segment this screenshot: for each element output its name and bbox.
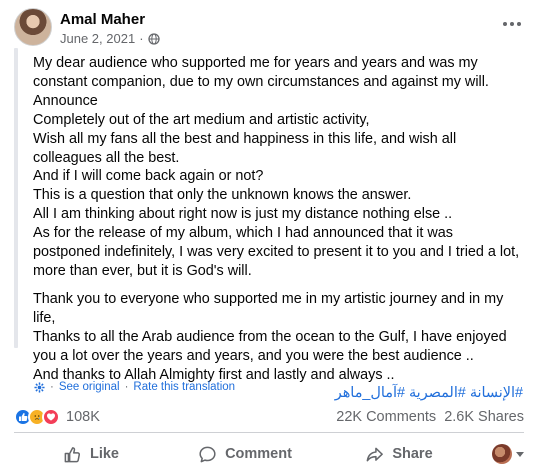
post-line: My dear audience who supported me for ye…	[33, 55, 489, 90]
post-header: Amal Maher June 2, 2021 ·	[14, 8, 524, 52]
comment-icon	[199, 446, 216, 462]
translate-separator: ·	[124, 381, 129, 393]
post-content: My dear audience who supported me for ye…	[14, 48, 526, 401]
translate-separator: ·	[50, 381, 54, 393]
globe-icon[interactable]	[147, 32, 160, 45]
paragraph-2: Thank you to everyone who supported me i…	[33, 290, 523, 385]
hashtag-link[interactable]: #المصرية	[409, 384, 466, 402]
post-stats: 108K 22K Comments 2.6K Shares	[14, 405, 524, 429]
reactions-summary[interactable]: 108K	[14, 408, 100, 426]
user-avatar	[492, 444, 512, 464]
love-reaction-icon	[42, 408, 60, 426]
comment-label: Comment	[225, 446, 292, 462]
see-original-link[interactable]: See original	[59, 381, 120, 393]
like-button[interactable]: Like	[14, 438, 168, 470]
share-icon	[366, 447, 384, 461]
gear-icon	[34, 381, 45, 393]
reaction-as-selector[interactable]	[476, 444, 524, 464]
post-line: Announce	[33, 92, 98, 109]
post-line: All I am thinking about right now is jus…	[33, 206, 453, 223]
share-button[interactable]: Share	[322, 438, 476, 470]
post-date[interactable]: June 2, 2021	[60, 31, 135, 46]
more-options-icon[interactable]	[500, 14, 524, 34]
post-line: Thank you to everyone who supported me i…	[33, 290, 504, 326]
post-body: My dear audience who supported me for ye…	[33, 54, 523, 402]
post-line: Thanks to all the Arab audience from the…	[33, 328, 507, 364]
post-line: Completely out of the art medium and art…	[33, 111, 370, 128]
actions-divider	[14, 432, 524, 433]
translation-bar: · See original · Rate this translation	[34, 381, 235, 393]
reaction-count: 108K	[66, 409, 100, 425]
hashtag-link[interactable]: #الإنسانة	[470, 384, 523, 402]
post-line: This is a question that only the unknown…	[33, 187, 412, 204]
chevron-down-icon	[516, 451, 524, 457]
post-line: And if I will come back again or not?	[33, 168, 264, 185]
comment-button[interactable]: Comment	[168, 438, 322, 470]
share-label: Share	[392, 446, 433, 462]
thumbs-up-icon	[64, 446, 81, 462]
post-meta: June 2, 2021 ·	[60, 31, 160, 46]
meta-separator: ·	[139, 31, 144, 46]
comments-count[interactable]: 22K Comments	[336, 409, 436, 425]
paragraph-1: My dear audience who supported me for ye…	[33, 54, 523, 281]
hashtag-link[interactable]: #آمال_ماهر	[335, 384, 405, 402]
engagement-counts: 22K Comments 2.6K Shares	[336, 409, 524, 425]
shares-count[interactable]: 2.6K Shares	[444, 409, 524, 425]
translation-quote-bar	[14, 48, 18, 348]
rate-translation-link[interactable]: Rate this translation	[133, 381, 235, 393]
author-name[interactable]: Amal Maher	[60, 11, 145, 28]
post-actions: Like Comment Share	[14, 436, 524, 472]
like-label: Like	[89, 446, 119, 462]
author-avatar[interactable]	[14, 8, 52, 46]
post-line: As for the release of my album, which I …	[33, 225, 520, 279]
post-line: Wish all my fans all the best and happin…	[33, 130, 457, 166]
